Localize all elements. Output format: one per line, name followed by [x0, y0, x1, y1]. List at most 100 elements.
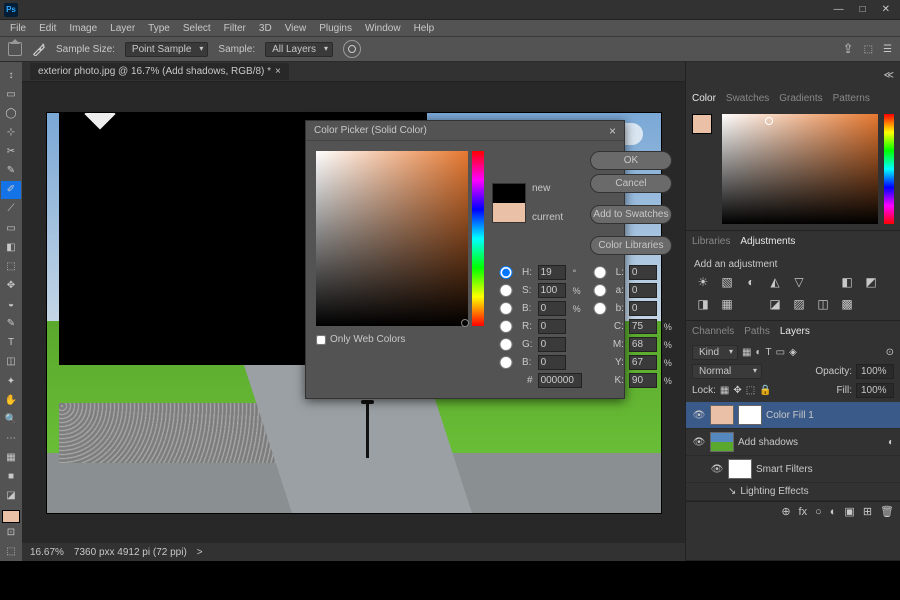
collapse-panel-icon[interactable]: ≪ [884, 70, 894, 81]
adjustment-icon-2[interactable]: ◐ [742, 274, 760, 290]
adjustment-icon-0[interactable]: ☀ [694, 274, 712, 290]
layer-thumbnail[interactable] [728, 459, 752, 479]
tool-21[interactable]: ■ [1, 468, 21, 486]
document-tab[interactable]: exterior photo.jpg @ 16.7% (Add shadows,… [30, 63, 289, 80]
lock-pixels-icon[interactable]: ▦ [720, 385, 729, 396]
b-rgb-radio[interactable] [492, 356, 520, 369]
layer-row[interactable]: ↘Lighting Effects [686, 483, 900, 501]
tool-5[interactable]: ✎ [1, 162, 21, 180]
home-icon[interactable] [8, 42, 22, 56]
layers-tab-layers[interactable]: Layers [780, 326, 810, 337]
menu-layer[interactable]: Layer [104, 21, 141, 36]
tool-8[interactable]: ▭ [1, 219, 21, 237]
layers-foot-icon-1[interactable]: fx [799, 506, 808, 518]
tab-close-icon[interactable]: × [275, 66, 281, 77]
filter-pixel-icon[interactable]: ▦ [742, 347, 751, 358]
filter-shape-icon[interactable]: ▭ [776, 347, 785, 358]
blend-mode-dropdown[interactable]: Normal [692, 364, 762, 379]
menu-file[interactable]: File [4, 21, 32, 36]
tool-11[interactable]: ✥ [1, 276, 21, 294]
c-input[interactable] [629, 319, 657, 334]
menu-window[interactable]: Window [359, 21, 407, 36]
sat-input[interactable] [538, 283, 566, 298]
adjustment-icon-1[interactable]: ▧ [718, 274, 736, 290]
layers-foot-icon-4[interactable]: ▣ [844, 505, 854, 518]
g-radio[interactable] [492, 338, 520, 351]
opacity-input[interactable]: 100% [856, 364, 894, 379]
filter-toggle-icon[interactable]: ⊙ [886, 347, 894, 358]
menu-3d[interactable]: 3D [253, 21, 278, 36]
picker-color-field[interactable] [316, 151, 468, 326]
fg-bg-swatch[interactable] [2, 510, 20, 523]
b-rgb-input[interactable] [538, 355, 566, 370]
filter-type-icon[interactable]: T [766, 347, 772, 358]
layer-row[interactable]: 👁Smart Filters [686, 456, 900, 483]
layer-visibility-icon[interactable]: 👁 [692, 437, 706, 448]
tool-10[interactable]: ⬚ [1, 257, 21, 275]
adj-tab-libraries[interactable]: Libraries [692, 236, 730, 247]
tool-17[interactable]: ✋ [1, 391, 21, 409]
layers-tab-paths[interactable]: Paths [744, 326, 770, 337]
adjustment-icon-3[interactable]: ◭ [766, 274, 784, 290]
bri-radio[interactable] [492, 302, 520, 315]
ok-button[interactable]: OK [590, 151, 672, 170]
k-input[interactable] [629, 373, 657, 388]
smart-filter-icon[interactable]: ◐ [888, 437, 894, 448]
layer-visibility-icon[interactable]: 👁 [692, 410, 706, 421]
workspace-icon[interactable]: ☰ [883, 44, 892, 55]
picker-hue-slider[interactable] [472, 151, 484, 326]
filter-smart-icon[interactable]: ◈ [789, 347, 797, 358]
layer-row[interactable]: 👁Color Fill 1 [686, 402, 900, 429]
tool-18[interactable]: 🔍 [1, 410, 21, 428]
adjustment-icon-5[interactable] [814, 274, 832, 290]
tool-15[interactable]: ◫ [1, 353, 21, 371]
color-field[interactable] [722, 114, 878, 224]
adjustment-icon-10[interactable] [742, 296, 760, 312]
status-caret-icon[interactable]: > [197, 547, 203, 558]
tool-0[interactable]: ↕ [1, 66, 21, 84]
hue-slider[interactable] [884, 114, 894, 224]
r-radio[interactable] [492, 320, 520, 333]
tool-14[interactable]: T [1, 334, 21, 352]
tool-6[interactable]: ✐ [1, 181, 21, 199]
layer-visibility-icon[interactable]: 👁 [710, 464, 724, 475]
filter-adjust-icon[interactable]: ◐ [755, 347, 761, 358]
hex-input[interactable] [538, 373, 582, 388]
tool-16[interactable]: ✦ [1, 372, 21, 390]
lock-all-icon[interactable]: 🔒 [759, 385, 771, 396]
tool-19[interactable]: ⋯ [1, 429, 21, 447]
layers-foot-icon-0[interactable]: ⊕ [781, 505, 790, 518]
adj-tab-adjustments[interactable]: Adjustments [740, 236, 795, 247]
tool-12[interactable]: ◒ [1, 296, 21, 314]
layers-tab-channels[interactable]: Channels [692, 326, 734, 337]
m-input[interactable] [629, 337, 657, 352]
layer-kind-filter[interactable]: Kind [692, 345, 738, 360]
layer-mask-thumbnail[interactable] [738, 405, 762, 425]
sample-size-dropdown[interactable]: Point Sample [125, 42, 208, 57]
tool-2[interactable]: ◯ [1, 104, 21, 122]
color-tab-swatches[interactable]: Swatches [726, 93, 769, 104]
r-input[interactable] [538, 319, 566, 334]
menu-view[interactable]: View [279, 21, 313, 36]
search-icon[interactable]: ⬚ [864, 44, 873, 55]
a-input[interactable] [629, 283, 657, 298]
close-icon[interactable]: ✕ [876, 2, 896, 17]
tool-9[interactable]: ◧ [1, 238, 21, 256]
web-colors-checkbox[interactable] [316, 335, 326, 345]
layer-row[interactable]: 👁Add shadows◐ [686, 429, 900, 456]
l-radio[interactable] [586, 266, 614, 279]
layers-foot-icon-3[interactable]: ◐ [830, 506, 837, 518]
layer-thumbnail[interactable] [710, 405, 734, 425]
adjustment-icon-13[interactable]: ◫ [814, 296, 832, 312]
sat-radio[interactable] [492, 284, 520, 297]
color-libraries-button[interactable]: Color Libraries [590, 236, 672, 255]
tool-4[interactable]: ✂ [1, 143, 21, 161]
g-input[interactable] [538, 337, 566, 352]
menu-edit[interactable]: Edit [33, 21, 62, 36]
cancel-button[interactable]: Cancel [590, 174, 672, 193]
adjustment-icon-14[interactable]: ▩ [838, 296, 856, 312]
dialog-close-icon[interactable]: × [609, 124, 616, 138]
zoom-level[interactable]: 16.67% [30, 547, 64, 558]
adjustment-icon-11[interactable]: ◪ [766, 296, 784, 312]
menu-filter[interactable]: Filter [218, 21, 252, 36]
